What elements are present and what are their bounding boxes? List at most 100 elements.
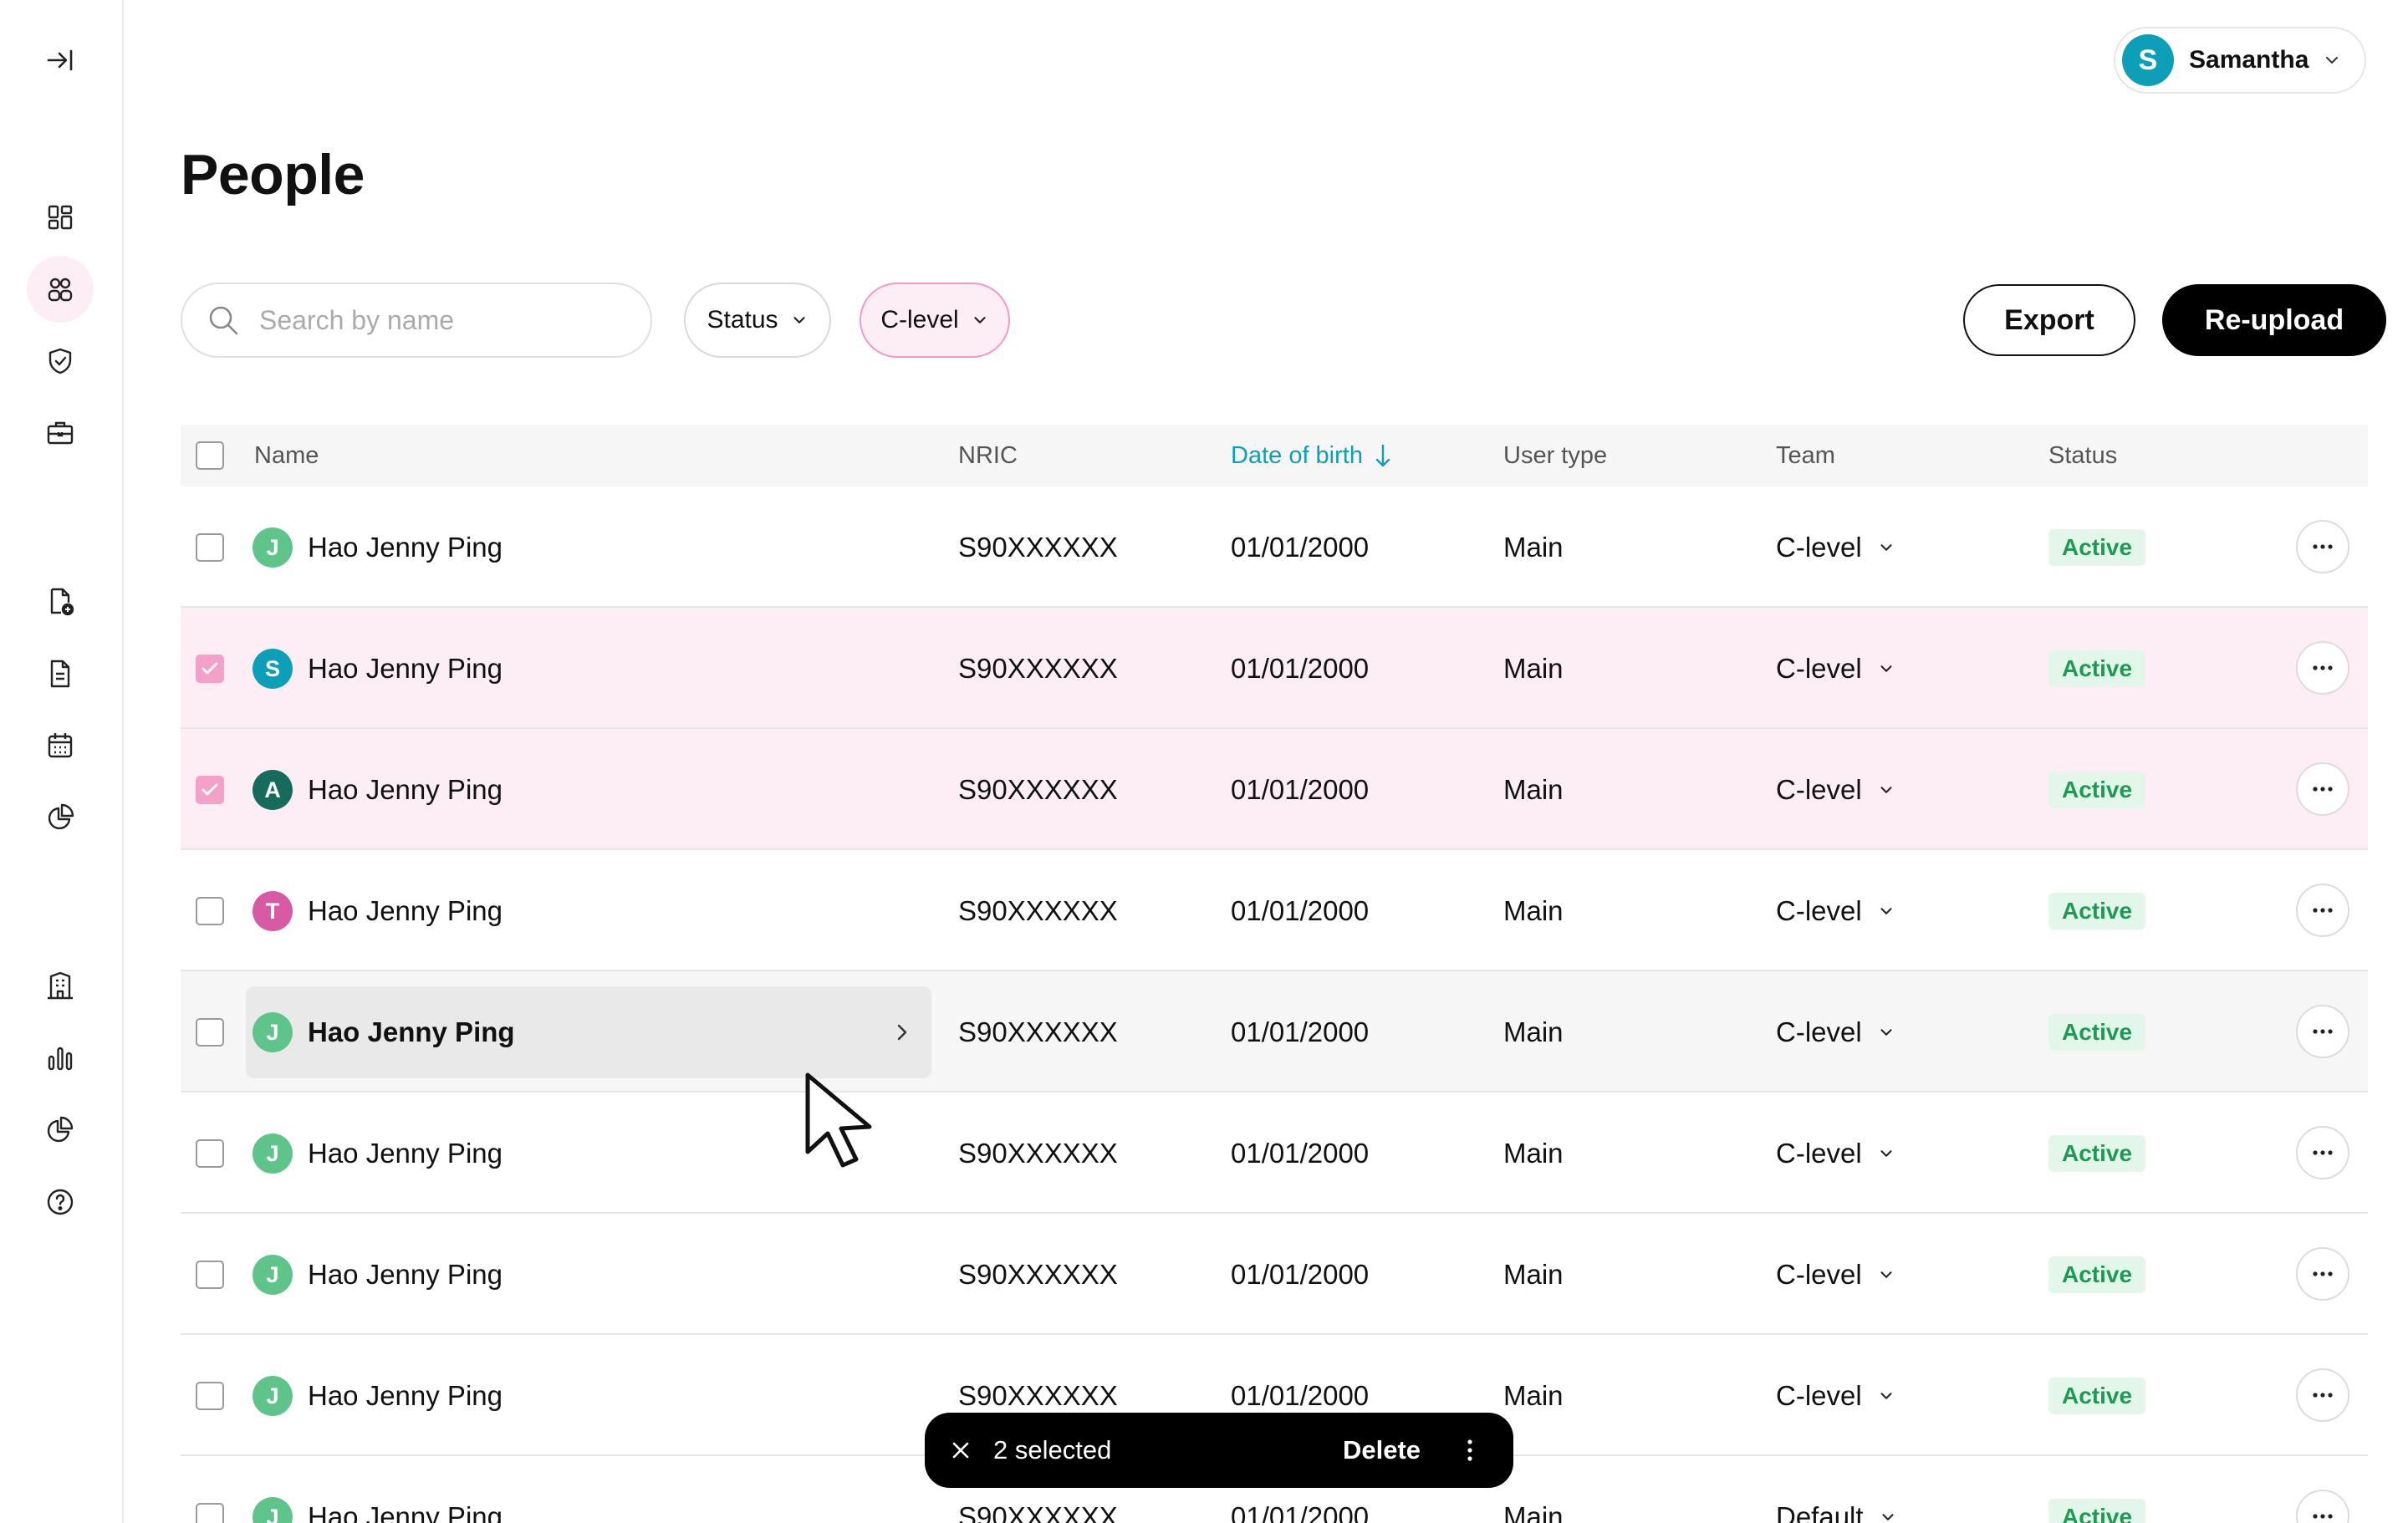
row-checkbox[interactable] (196, 1139, 224, 1168)
row-more-button[interactable] (2296, 641, 2349, 695)
calendar-icon[interactable] (27, 712, 94, 779)
chevron-down-icon (1880, 907, 1892, 914)
table-row[interactable]: J Hao Jenny Ping S90XXXXXX 01/01/2000 Ma… (181, 486, 2368, 608)
table-row[interactable]: S Hao Jenny Ping S90XXXXXX 01/01/2000 Ma… (181, 608, 2368, 729)
page-title: People (181, 143, 365, 206)
team-select[interactable]: C-level (1776, 608, 1895, 729)
table-row[interactable]: J Hao Jenny Ping S90XXXXXX 01/01/2000 Ma… (181, 1214, 2368, 1335)
more-vertical-icon[interactable] (1465, 1438, 1475, 1463)
status-cell: Active (2048, 971, 2146, 1093)
row-checkbox[interactable] (196, 1261, 224, 1289)
delete-button[interactable]: Delete (1343, 1413, 1421, 1488)
nric-cell: S90XXXXXX (958, 1258, 1118, 1290)
row-more-button[interactable] (2296, 1005, 2349, 1058)
team-select[interactable]: C-level (1776, 486, 1895, 608)
bar-chart-icon[interactable] (27, 1025, 94, 1092)
search-icon (209, 306, 238, 335)
row-more-button[interactable] (2296, 520, 2349, 573)
name-cell[interactable]: T Hao Jenny Ping (246, 865, 931, 957)
row-checkbox[interactable] (196, 897, 224, 925)
nric-cell: S90XXXXXX (958, 1137, 1118, 1169)
row-more-button[interactable] (2296, 1247, 2349, 1301)
status-cell: Active (2048, 729, 2146, 850)
row-more-button[interactable] (2296, 1126, 2349, 1179)
more-horizontal-icon (2313, 544, 2333, 549)
search-box[interactable] (181, 283, 652, 358)
row-checkbox[interactable] (196, 776, 224, 804)
column-header-status[interactable]: Status (2048, 425, 2117, 486)
team-select[interactable]: C-level (1776, 1093, 1895, 1214)
column-header-name[interactable]: Name (254, 425, 319, 486)
team-filter[interactable]: C-level (860, 283, 1010, 358)
column-header-team[interactable]: Team (1776, 425, 1835, 486)
name-cell[interactable]: A Hao Jenny Ping (246, 744, 931, 836)
person-name: Hao Jenny Ping (308, 895, 503, 926)
status-badge: Active (2048, 649, 2146, 687)
people-icon[interactable] (27, 256, 94, 323)
more-horizontal-icon (2313, 665, 2333, 670)
table-header: Name NRIC Date of birth User type Team S… (181, 425, 2368, 486)
team-select[interactable]: C-level (1776, 729, 1895, 850)
row-checkbox[interactable] (196, 655, 224, 683)
nric-cell: S90XXXXXX (958, 773, 1118, 805)
reupload-button[interactable]: Re-upload (2162, 284, 2386, 356)
export-button[interactable]: Export (1963, 284, 2135, 356)
analytics-icon[interactable] (27, 1097, 94, 1164)
team-label: C-level (1776, 1258, 1862, 1290)
row-checkbox[interactable] (196, 1382, 224, 1410)
chevron-down-icon (1880, 665, 1892, 672)
user-avatar: S (2122, 34, 2174, 86)
close-icon[interactable] (950, 1439, 972, 1461)
person-name: Hao Jenny Ping (308, 532, 503, 563)
row-more-button[interactable] (2296, 884, 2349, 937)
chevron-down-icon (793, 317, 805, 323)
team-select[interactable]: C-level (1776, 1214, 1895, 1335)
team-select[interactable]: C-level (1776, 850, 1895, 971)
row-checkbox[interactable] (196, 1018, 224, 1047)
file-add-icon[interactable] (27, 568, 94, 635)
row-checkbox[interactable] (196, 533, 224, 562)
search-input[interactable] (259, 304, 627, 336)
status-filter[interactable]: Status (684, 283, 831, 358)
select-all-checkbox[interactable] (196, 441, 224, 470)
column-header-dob[interactable]: Date of birth (1231, 425, 1395, 486)
table-row[interactable]: T Hao Jenny Ping S90XXXXXX 01/01/2000 Ma… (181, 850, 2368, 971)
selected-count: 2 selected (993, 1435, 1112, 1464)
column-header-nric[interactable]: NRIC (958, 425, 1018, 486)
more-horizontal-icon (2313, 908, 2333, 913)
pie-chart-icon[interactable] (27, 784, 94, 851)
person-avatar: A (253, 770, 293, 810)
column-header-user-type[interactable]: User type (1503, 425, 1607, 486)
person-name: Hao Jenny Ping (308, 1380, 503, 1411)
name-cell[interactable]: J Hao Jenny Ping (246, 986, 931, 1078)
chevron-down-icon (974, 317, 986, 323)
name-cell[interactable]: J Hao Jenny Ping (246, 502, 931, 593)
table-row[interactable]: J Hao Jenny Ping S90XXXXXX 01/01/2000 Ma… (181, 971, 2368, 1093)
team-label: C-level (1776, 1137, 1862, 1169)
name-cell[interactable]: J Hao Jenny Ping (246, 1229, 931, 1321)
briefcase-icon[interactable] (27, 400, 94, 466)
chevron-right-icon (897, 1024, 907, 1041)
row-checkbox[interactable] (196, 1503, 224, 1523)
row-more-button[interactable] (2296, 1368, 2349, 1422)
row-more-button[interactable] (2296, 1490, 2349, 1523)
team-select[interactable]: C-level (1776, 971, 1895, 1093)
help-icon[interactable] (27, 1169, 94, 1235)
dashboard-icon[interactable] (27, 184, 94, 251)
chevron-down-icon (1880, 786, 1892, 793)
table-row[interactable]: J Hao Jenny Ping S90XXXXXX 01/01/2000 Ma… (181, 1093, 2368, 1214)
document-icon[interactable] (27, 640, 94, 707)
row-more-button[interactable] (2296, 762, 2349, 816)
collapse-sidebar-icon[interactable] (27, 27, 94, 94)
name-cell[interactable]: J Hao Jenny Ping (246, 1471, 931, 1523)
shield-icon[interactable] (27, 328, 94, 395)
user-type-cell: Main (1503, 1137, 1564, 1169)
building-icon[interactable] (27, 953, 94, 1020)
team-select[interactable]: C-level (1776, 1335, 1895, 1456)
user-menu[interactable]: S Samantha (2114, 27, 2366, 94)
nric-cell: S90XXXXXX (958, 531, 1118, 563)
name-cell[interactable]: J Hao Jenny Ping (246, 1350, 931, 1442)
name-cell[interactable]: S Hao Jenny Ping (246, 623, 931, 715)
team-select[interactable]: Default (1776, 1456, 1897, 1523)
table-row[interactable]: A Hao Jenny Ping S90XXXXXX 01/01/2000 Ma… (181, 729, 2368, 850)
